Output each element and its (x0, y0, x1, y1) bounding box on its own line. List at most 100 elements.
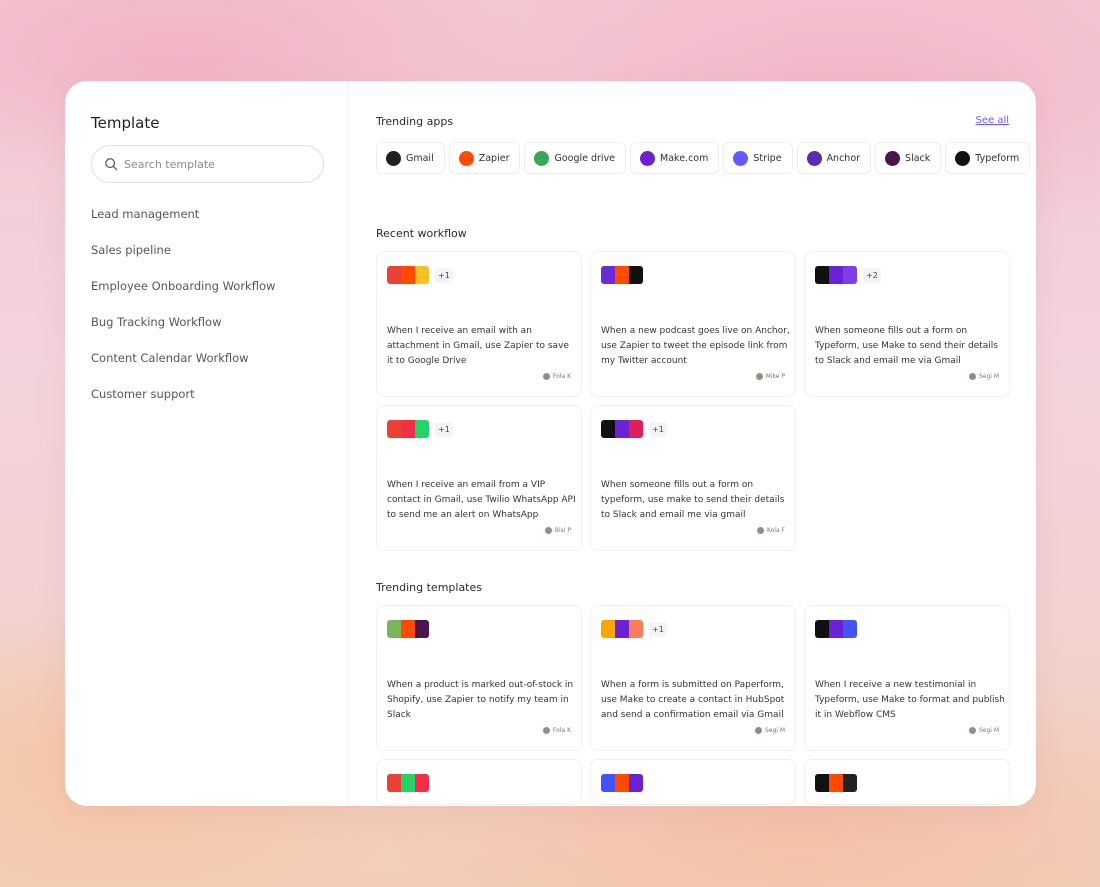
app-logo-icon (843, 266, 857, 284)
workflow-card[interactable]: +1 When someone fills out a form on typef… (590, 405, 796, 551)
trending-templates-grid: When a product is marked out-of-stock in… (376, 605, 1010, 805)
avatar (968, 373, 976, 380)
app-logo-icon (615, 420, 629, 438)
workflow-card[interactable] (590, 759, 796, 805)
app-logo-icon (415, 774, 429, 792)
card-author: Segi M (968, 727, 999, 734)
app-chip-make-com[interactable]: Make.com (630, 142, 720, 174)
author-name: Segi M (978, 727, 999, 734)
main-content: Trending apps See all Gmail Zapier Google … (348, 81, 1036, 806)
app-logo-icon (401, 266, 415, 284)
app-icons-strip: +1 (387, 266, 453, 284)
zapier-icon (458, 150, 474, 166)
app-logo-icon (387, 774, 401, 792)
app-chip-gmail[interactable]: Gmail (376, 142, 445, 174)
card-author: Bisi P (544, 527, 571, 534)
recent-workflow-title: Recent workflow (376, 227, 467, 240)
app-icons-strip: +1 (387, 420, 453, 438)
app-logo-icon (401, 774, 415, 792)
app-icons-strip: +1 (601, 420, 667, 438)
app-logo-icon (815, 774, 829, 792)
workflow-description: When I receive a new testimonial in Type… (815, 680, 1005, 720)
card-author: Mike P (755, 373, 785, 380)
app-logo-icon (843, 774, 857, 792)
workflow-card[interactable]: +1 When I receive an email with an attach… (376, 251, 582, 397)
app-logo-icon (843, 620, 857, 638)
workflow-description: When I receive an email with an attachme… (387, 326, 569, 366)
app-logo-icon (601, 266, 615, 284)
app-icons-strip (387, 774, 429, 792)
sidebar-item-sales-pipeline[interactable]: Sales pipeline (91, 241, 275, 277)
app-logo-icon (601, 620, 615, 638)
author-name: Fola K (552, 727, 571, 734)
app-chip-stripe[interactable]: Stripe (723, 142, 793, 174)
search-input[interactable] (124, 157, 304, 171)
anchor-icon (806, 150, 822, 166)
app-logo-icon (387, 420, 401, 438)
workflow-card[interactable] (376, 759, 582, 805)
workflow-card[interactable] (804, 759, 1010, 805)
avatar (755, 373, 763, 380)
extra-apps-count: +2 (863, 267, 881, 283)
sidebar-item-employee-onboarding[interactable]: Employee Onboarding Workflow (91, 277, 275, 313)
app-logo-icon (629, 266, 643, 284)
search-box[interactable] (91, 145, 324, 183)
app-chip-slack[interactable]: Slack (875, 142, 942, 174)
app-chip-typeform[interactable]: Typeform (945, 142, 1031, 174)
app-logo-icon (829, 620, 843, 638)
app-logo-icon (601, 420, 615, 438)
author-name: Segi M (764, 727, 785, 734)
avatar (756, 527, 764, 534)
sidebar-item-customer-support[interactable]: Customer support (91, 385, 275, 421)
app-logo-icon (601, 774, 615, 792)
card-author: Segi M (968, 373, 999, 380)
app-chip-google-drive[interactable]: Google drive (524, 142, 627, 174)
workflow-card[interactable]: When a product is marked out-of-stock in… (376, 605, 582, 751)
app-logo-icon (401, 420, 415, 438)
app-chip-label: Slack (905, 152, 931, 164)
app-icons-strip (601, 774, 643, 792)
see-all-link[interactable]: See all (975, 115, 1009, 126)
sidebar-item-lead-management[interactable]: Lead management (91, 205, 275, 241)
sidebar-item-bug-tracking[interactable]: Bug Tracking Workflow (91, 313, 275, 349)
app-icons-strip (601, 266, 643, 284)
workflow-card[interactable]: +2 When someone fills out a form on Typef… (804, 251, 1010, 397)
extra-apps-count: +1 (649, 621, 667, 637)
typeform-icon (955, 150, 971, 166)
sidebar: Template Lead management Sales pipeline … (65, 81, 348, 806)
avatar (968, 727, 976, 734)
workflow-card[interactable]: When I receive a new testimonial in Type… (804, 605, 1010, 751)
extra-apps-count: +1 (435, 421, 453, 437)
workflow-card[interactable]: +1 When I receive an email from a VIP con… (376, 405, 582, 551)
app-logo-icon (387, 266, 401, 284)
app-logo-icon (629, 420, 643, 438)
workflow-description: When a product is marked out-of-stock in… (387, 680, 574, 720)
workflow-card[interactable]: When a new podcast goes live on Anchor, … (590, 251, 796, 397)
app-logo-icon (829, 266, 843, 284)
trending-templates-title: Trending templates (376, 581, 482, 594)
author-name: Fola K (552, 373, 571, 380)
google-drive-icon (534, 150, 550, 166)
trending-apps-list: Gmail Zapier Google drive Make.com Stripe Anc… (376, 142, 1031, 174)
app-chip-label: Stripe (753, 152, 782, 164)
card-author: Fola K (542, 727, 571, 734)
app-chip-zapier[interactable]: Zapier (448, 142, 521, 174)
avatar (542, 373, 550, 380)
sidebar-item-content-calendar[interactable]: Content Calendar Workflow (91, 349, 275, 385)
workflow-description: When I receive an email from a VIP conta… (387, 480, 576, 520)
extra-apps-count: +1 (649, 421, 667, 437)
extra-apps-count: +1 (435, 267, 453, 283)
app-chip-label: Zapier (478, 152, 510, 164)
app-logo-icon (615, 620, 629, 638)
app-chip-anchor[interactable]: Anchor (796, 142, 872, 174)
app-icons-strip: +2 (815, 266, 881, 284)
card-author: Fola K (542, 373, 571, 380)
avatar (542, 727, 550, 734)
author-name: Kola F (766, 527, 785, 534)
workflow-description: When a new podcast goes live on Anchor, … (601, 326, 790, 366)
workflow-description: When someone fills out a form on typefor… (601, 480, 785, 520)
app-logo-icon (615, 774, 629, 792)
app-chip-label: Anchor (826, 152, 861, 164)
app-chip-label: Typeform (975, 152, 1020, 164)
workflow-card[interactable]: +1 When a form is submitted on Paperform,… (590, 605, 796, 751)
